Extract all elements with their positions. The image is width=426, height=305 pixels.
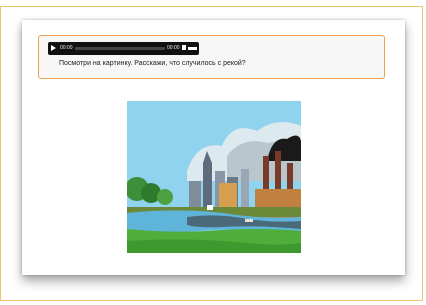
polluted-river-illustration: [127, 101, 301, 253]
volume-slider[interactable]: [188, 47, 197, 50]
garbage: [207, 205, 213, 210]
progress-slider[interactable]: [75, 47, 165, 50]
duration: 00:00: [167, 45, 180, 51]
task-prompt: Посмотри на картинку. Расскажи, что случ…: [59, 60, 246, 67]
volume-icon[interactable]: [182, 45, 186, 50]
illustration-svg: [127, 101, 301, 253]
current-time: 00:00: [60, 45, 73, 51]
audio-player[interactable]: 00:00 00:00: [48, 42, 199, 55]
tree: [157, 189, 173, 205]
garbage: [245, 219, 253, 222]
play-icon[interactable]: [51, 45, 56, 51]
task-box: 00:00 00:00 Посмотри на картинку. Расска…: [38, 35, 385, 79]
